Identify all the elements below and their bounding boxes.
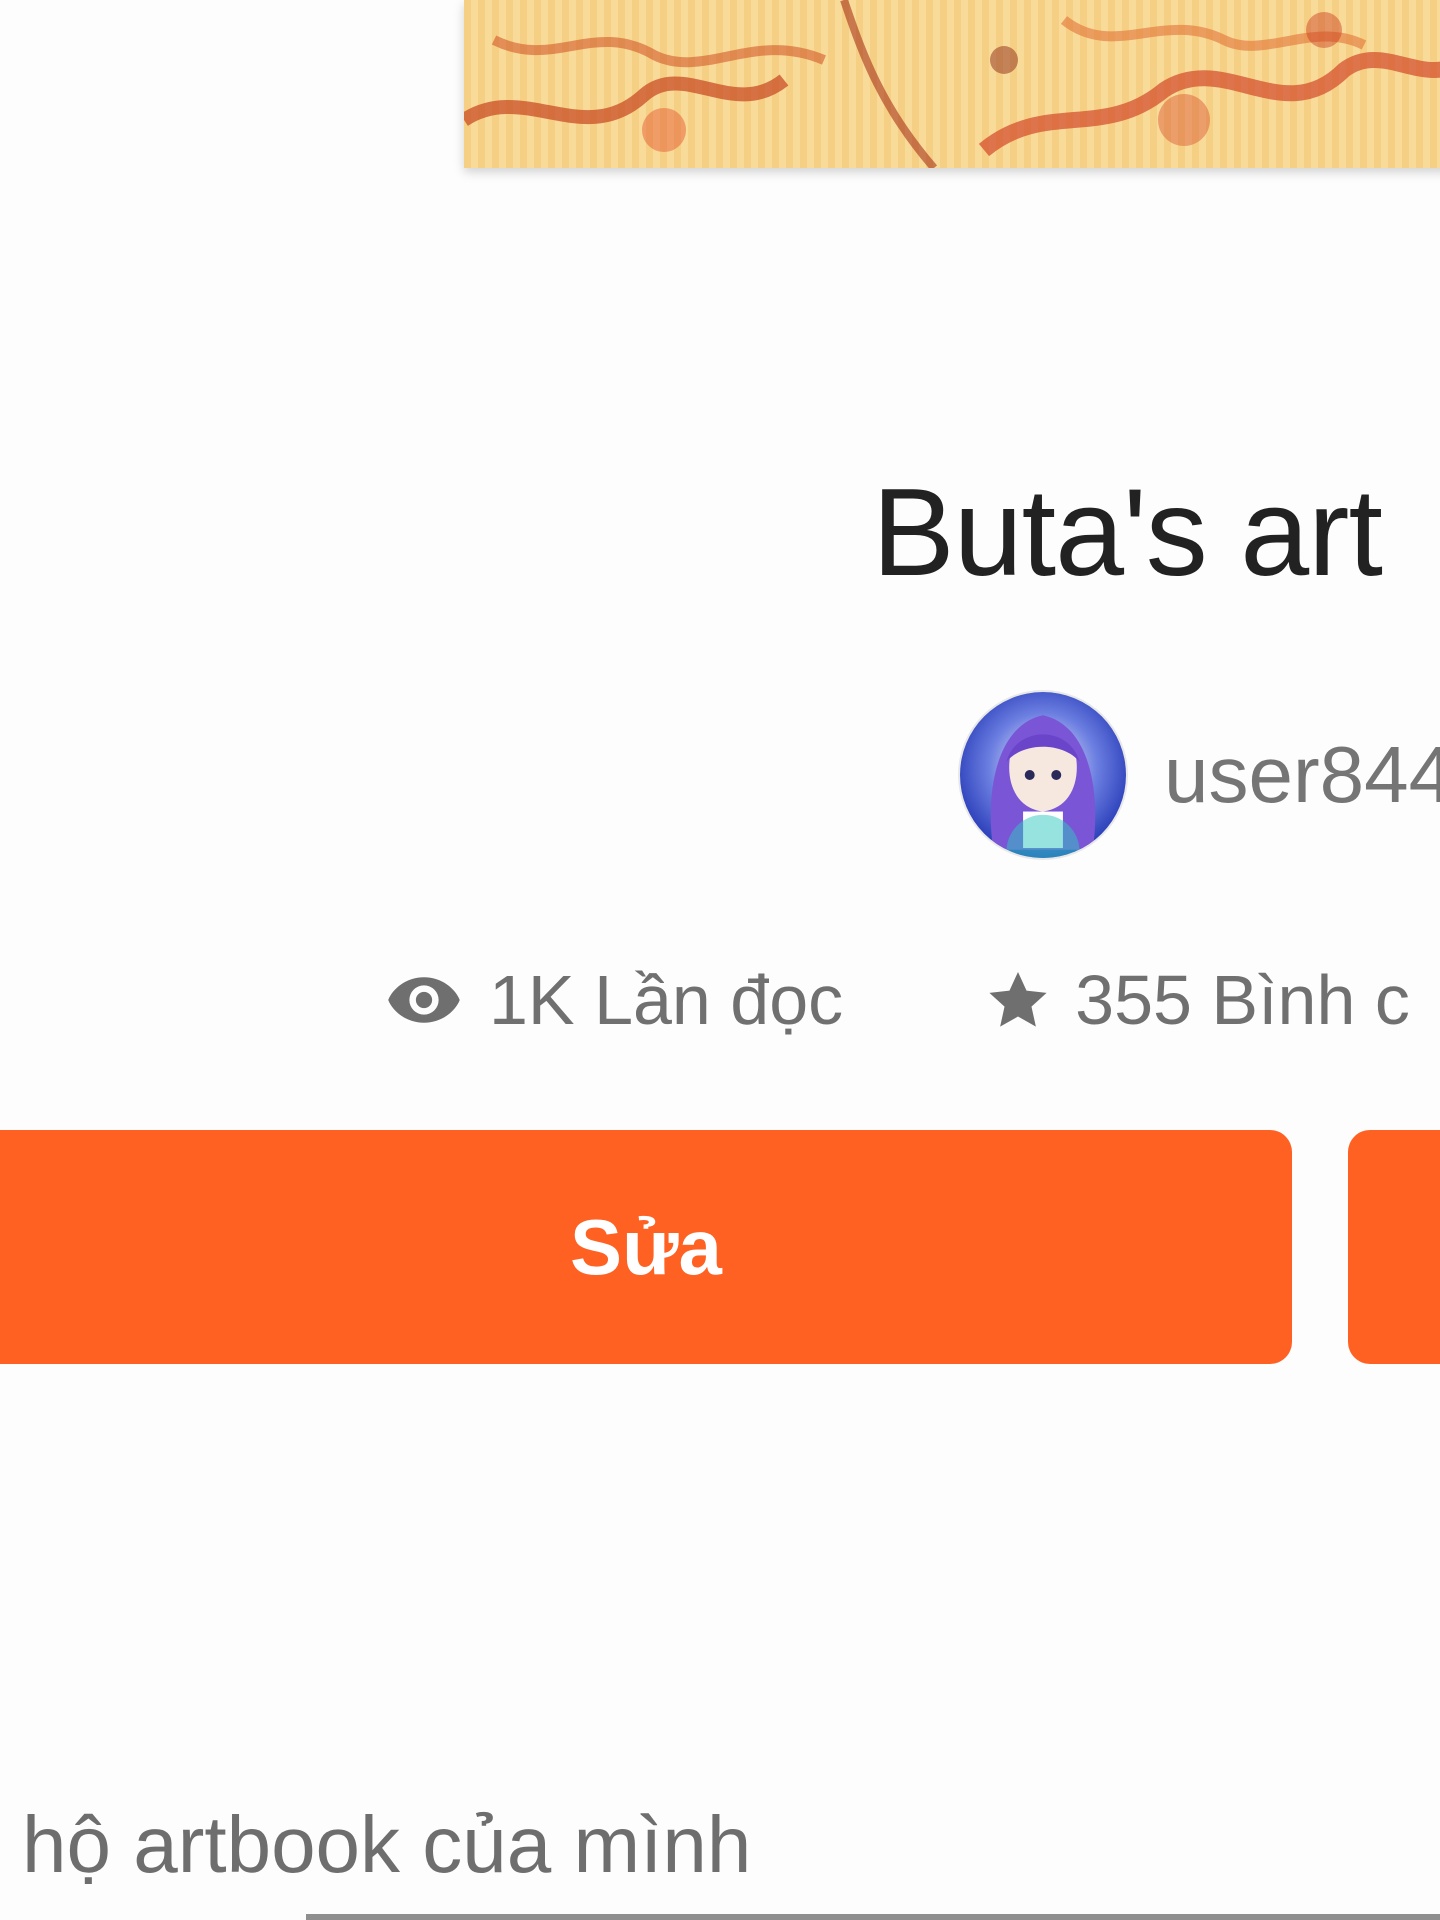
cover-image[interactable]	[464, 0, 1440, 168]
edit-button-label: Sửa	[570, 1202, 722, 1291]
description-divider	[306, 1914, 1440, 1920]
author-row[interactable]: user844	[960, 690, 1440, 860]
votes-count: 355 Bình c	[1075, 961, 1410, 1039]
votes-stat: 355 Bình c	[985, 960, 1410, 1040]
story-stats: 1K Lần đọc 355 Bình c	[385, 950, 1410, 1050]
eye-icon	[385, 961, 463, 1039]
edit-button[interactable]: Sửa	[0, 1130, 1292, 1364]
story-title: Buta's art	[872, 464, 1383, 602]
story-description: hộ artbook của mình	[22, 1800, 752, 1889]
author-name[interactable]: user844	[1164, 729, 1440, 821]
star-icon	[985, 967, 1051, 1033]
secondary-action-button[interactable]	[1348, 1130, 1440, 1364]
reads-count: 1K Lần đọc	[489, 961, 844, 1039]
reads-stat: 1K Lần đọc	[385, 960, 843, 1040]
avatar[interactable]	[960, 692, 1126, 858]
